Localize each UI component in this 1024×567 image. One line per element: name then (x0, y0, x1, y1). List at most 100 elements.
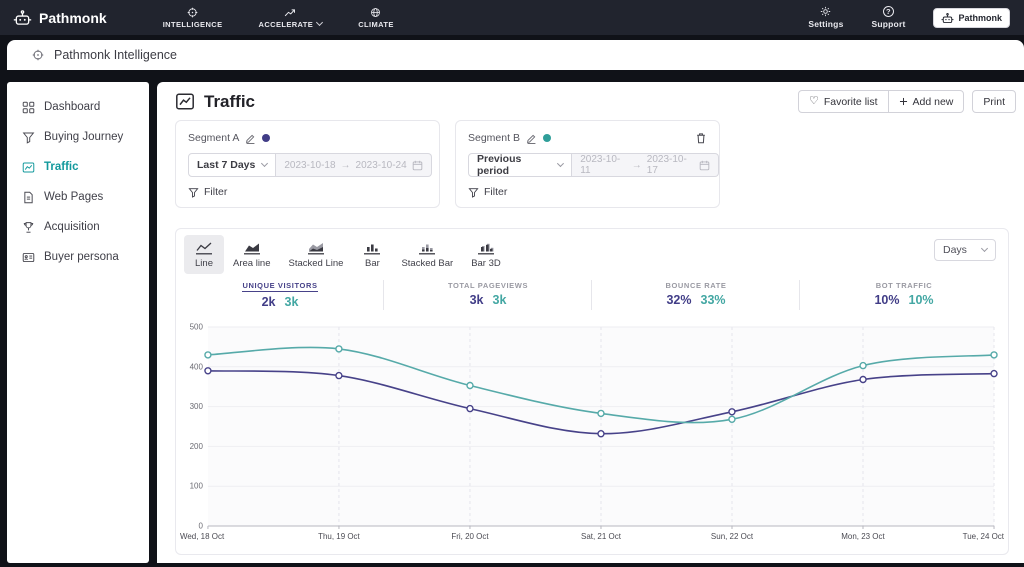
pencil-icon[interactable] (245, 133, 256, 144)
funnel-icon (468, 187, 479, 198)
page-title: Traffic (175, 92, 255, 112)
metric-label: TOTAL PAGEVIEWS (447, 281, 529, 290)
segment-a-header: Segment A (188, 132, 427, 144)
metric-label: UNIQUE VISITORS (242, 281, 318, 292)
svg-text:Tue, 24 Oct: Tue, 24 Oct (963, 532, 1005, 541)
line-chart-tab-icon (196, 242, 212, 255)
tab-bar[interactable]: Bar (352, 235, 392, 274)
heart-icon: ♡ (808, 95, 819, 107)
metric-bot-traffic[interactable]: BOT TRAFFIC 10% 10% (800, 279, 1008, 311)
plus-icon (899, 97, 908, 106)
tab-stacked-bar[interactable]: Stacked Bar (392, 235, 462, 274)
tab-stacked-line[interactable]: Stacked Line (280, 235, 353, 274)
breadcrumb: Pathmonk Intelligence (7, 40, 1024, 70)
page-title-text: Traffic (204, 91, 256, 111)
segment-b-date-range[interactable]: 2023-10-11 → 2023-10-17 (572, 153, 719, 177)
print-button[interactable]: Print (972, 90, 1016, 113)
nav-label: Support (871, 19, 906, 29)
segment-a-period-select[interactable]: Last 7 Days (188, 153, 277, 177)
pencil-icon[interactable] (526, 133, 537, 144)
segment-a-color-dot (262, 134, 271, 142)
nav-item-climate[interactable]: CLIMATE (358, 7, 394, 29)
segment-a-date-range[interactable]: 2023-10-18 → 2023-10-24 (276, 153, 432, 177)
nav-label: ACCELERATE (258, 19, 314, 29)
top-navbar: Pathmonk INTELLIGENCE ACCELERATE CLIMATE… (0, 0, 1024, 35)
svg-text:300: 300 (190, 402, 204, 411)
metric-unique-visitors[interactable]: UNIQUE VISITORS 2k 3k (176, 279, 384, 311)
funnel-icon (188, 187, 199, 198)
primary-nav: INTELLIGENCE ACCELERATE CLIMATE (163, 7, 394, 29)
tab-line[interactable]: Line (184, 235, 224, 274)
header-buttons: ♡ Favorite list Add new Print (797, 90, 1016, 113)
traffic-chart[interactable]: 0 100 200 300 400 500 Wed, 18 Oct Thu, 19 Oct Fr… (178, 317, 1006, 552)
metric-value-b: 3k (284, 295, 299, 309)
brand-name: Pathmonk (39, 9, 107, 26)
sidebar-item-buying-journey[interactable]: Buying Journey (7, 122, 149, 152)
svg-text:500: 500 (190, 322, 204, 331)
segment-a-filter-button[interactable]: Filter (188, 186, 227, 198)
metric-bounce-rate[interactable]: BOUNCE RATE 32% 33% (592, 279, 800, 311)
document-icon (22, 191, 35, 204)
svg-text:100: 100 (190, 482, 204, 491)
tab-label: Bar (365, 258, 380, 269)
metric-value-b: 3k (492, 293, 507, 307)
sidebar-item-web-pages[interactable]: Web Pages (7, 182, 149, 212)
nav-item-accelerate[interactable]: ACCELERATE (258, 7, 324, 29)
sidebar-item-label: Web Pages (44, 191, 104, 203)
segment-b-name: Segment B (468, 132, 520, 144)
add-new-button[interactable]: Add new (887, 90, 965, 113)
tab-label: Line (195, 258, 213, 269)
chevron-down-icon (557, 160, 565, 167)
segment-b-period-value: Previous period (477, 153, 522, 177)
segment-b-period-select[interactable]: Previous period (468, 153, 573, 177)
segment-b-color-dot (542, 134, 551, 142)
sidebar-item-dashboard[interactable]: Dashboard (7, 92, 149, 122)
chart-type-tabs: Line Area line Stacked Line Bar Stacked … (184, 235, 510, 274)
metric-value-a: 3k (469, 293, 484, 307)
support-button[interactable]: ? Support (872, 6, 906, 29)
segment-a-period-value: Last 7 Days (197, 159, 256, 171)
arrow-right-icon: → (631, 159, 642, 171)
metric-value-a: 2k (261, 295, 276, 309)
sidebar-item-acquisition[interactable]: Acquisition (7, 212, 149, 242)
brand-logo[interactable]: Pathmonk (13, 9, 107, 26)
main-panel: Traffic ♡ Favorite list Add new Print Se… (157, 82, 1024, 563)
granularity-select[interactable]: Days (934, 239, 996, 261)
grid-icon (22, 101, 35, 114)
sidebar-item-buyer-persona[interactable]: Buyer persona (7, 242, 149, 272)
tab-bar-3d[interactable]: Bar 3D (462, 235, 510, 274)
chevron-down-icon (980, 244, 989, 253)
calendar-icon (699, 160, 710, 171)
nav-label: Settings (808, 19, 844, 29)
area-chart-tab-icon (243, 242, 260, 255)
favorite-list-button[interactable]: ♡ Favorite list (797, 90, 889, 113)
line-chart-icon (22, 161, 35, 174)
tab-area-line[interactable]: Area line (224, 235, 280, 274)
svg-text:200: 200 (190, 442, 204, 451)
metric-value-a: 10% (874, 293, 900, 307)
nav-item-intelligence[interactable]: INTELLIGENCE (163, 7, 223, 29)
sidebar-item-label: Acquisition (44, 221, 100, 233)
segment-b-card: Segment B Previous period 2023-10-11 → 2… (455, 120, 720, 208)
settings-button[interactable]: Settings (808, 6, 843, 29)
traffic-title-icon (175, 92, 195, 111)
id-card-icon (22, 251, 35, 264)
date-start: 2023-10-18 (284, 159, 336, 171)
sidebar-item-traffic[interactable]: Traffic (7, 152, 149, 182)
metric-total-pageviews[interactable]: TOTAL PAGEVIEWS 3k 3k (384, 279, 592, 311)
date-end: 2023-10-17 (646, 154, 687, 176)
account-button[interactable]: Pathmonk (933, 7, 1010, 28)
stacked-area-tab-icon (307, 242, 324, 255)
main-header: Traffic ♡ Favorite list Add new Print (175, 90, 1016, 113)
segment-b-filter-button[interactable]: Filter (468, 186, 507, 198)
add-new-label: Add new (912, 95, 954, 108)
trash-icon[interactable] (695, 132, 707, 144)
sidebar: Dashboard Buying Journey Traffic Web Pag… (7, 82, 149, 563)
question-icon: ? (882, 6, 894, 17)
segment-a-name: Segment A (188, 132, 240, 144)
svg-text:Mon, 23 Oct: Mon, 23 Oct (841, 532, 885, 541)
svg-text:Thu, 19 Oct: Thu, 19 Oct (318, 532, 360, 541)
sidebar-item-label: Traffic (44, 161, 79, 173)
breadcrumb-label: Pathmonk Intelligence (54, 48, 177, 62)
favorite-list-label: Favorite list (823, 95, 878, 108)
